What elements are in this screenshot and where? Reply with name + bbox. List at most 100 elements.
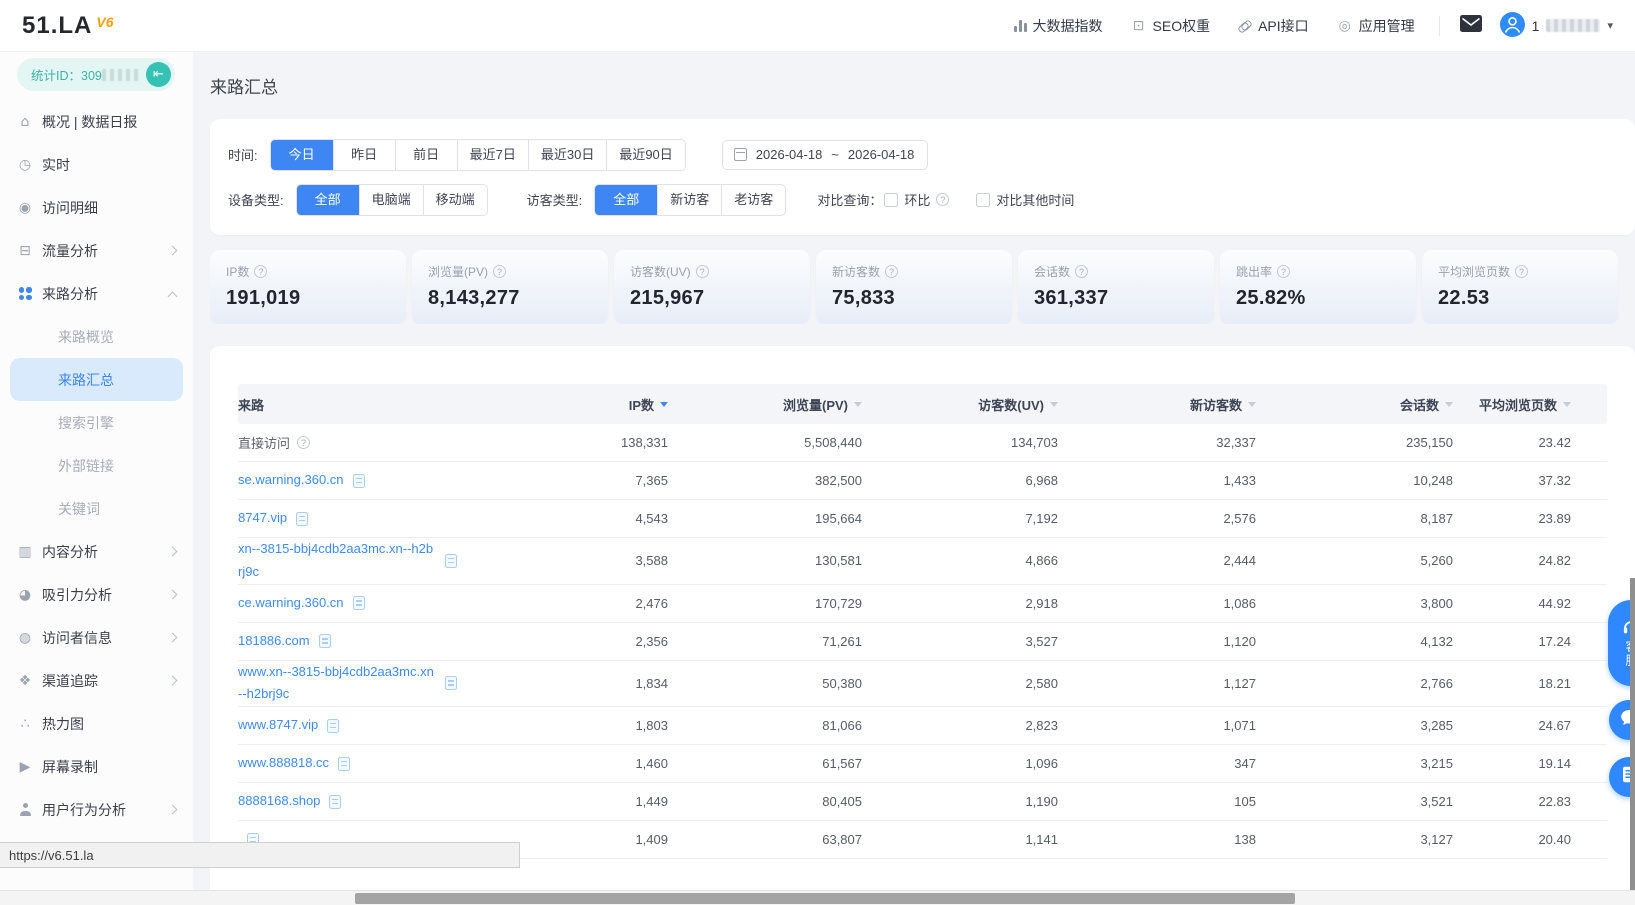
copy-doc-icon[interactable] [329, 795, 341, 809]
copy-doc-icon[interactable] [445, 676, 457, 690]
sidebar-item-referrer-overview[interactable]: 来路概览 [0, 315, 193, 358]
vertical-scrollbar-thumb[interactable] [1630, 578, 1635, 890]
source-cell: www.888818.cc [238, 752, 488, 775]
sort-arrow-icon [1563, 402, 1571, 407]
column-header-2[interactable]: 浏览量(PV) [668, 395, 862, 414]
sidebar-item-screen-recording[interactable]: ▶屏幕录制 [0, 745, 193, 788]
nav-api[interactable]: API接口 [1238, 16, 1309, 36]
value-cell: 4,543 [488, 511, 668, 526]
visitor-option-2[interactable]: 老访客 [721, 185, 785, 215]
nav-big-data-index[interactable]: 大数据指数 [1014, 16, 1103, 36]
help-icon[interactable]: ? [1515, 265, 1528, 278]
copy-doc-icon[interactable] [445, 554, 457, 568]
masked-username [1546, 19, 1600, 32]
column-header-4[interactable]: 新访客数 [1058, 395, 1256, 414]
nav-seo-weight[interactable]: ⊡SEO权重 [1131, 16, 1211, 36]
copy-doc-icon[interactable] [353, 596, 365, 610]
time-option-3[interactable]: 最近7日 [457, 140, 528, 170]
source-link[interactable]: 8888168.shop [238, 790, 320, 813]
source-link[interactable]: ce.warning.360.cn [238, 592, 344, 615]
sidebar: 统计ID：309 ⇤ ⌂概况 | 数据日报◷实时◉访问明细⊟流量分析来路分析来路… [0, 52, 193, 905]
compare-other-time-checkbox[interactable]: 对比其他时间 [976, 190, 1074, 209]
help-icon[interactable]: ? [1277, 265, 1290, 278]
sidebar-item-traffic-analysis[interactable]: ⊟流量分析 [0, 229, 193, 272]
column-header-6[interactable]: 平均浏览页数 [1453, 395, 1571, 414]
stat-value: 215,967 [630, 287, 794, 310]
help-icon[interactable]: ? [297, 436, 310, 449]
source-cell: ce.warning.360.cn [238, 592, 488, 615]
value-cell: 81,066 [668, 718, 862, 733]
inbox-button[interactable] [1460, 15, 1482, 37]
sidebar-item-content-analysis[interactable]: ▥内容分析 [0, 530, 193, 573]
visitor-type-label: 访客类型: [527, 190, 583, 209]
time-option-5[interactable]: 最近90日 [606, 140, 684, 170]
topbar-divider [1439, 16, 1440, 36]
sidebar-item-realtime[interactable]: ◷实时 [0, 143, 193, 186]
device-option-2[interactable]: 移动端 [423, 185, 487, 215]
app-logo[interactable]: 51.LA V6 [22, 12, 113, 40]
copy-doc-icon[interactable] [327, 719, 339, 733]
source-link[interactable]: 181886.com [238, 630, 310, 653]
value-cell: 1,127 [1058, 676, 1256, 691]
chevron-right-icon [168, 633, 178, 643]
column-header-1[interactable]: IP数 [488, 395, 668, 414]
horizontal-scrollbar-thumb[interactable] [355, 893, 1295, 904]
sidebar-item-heatmap[interactable]: ∴热力图 [0, 702, 193, 745]
visitor-option-1[interactable]: 新访客 [657, 185, 721, 215]
help-icon[interactable]: ? [254, 265, 267, 278]
sidebar-item-channel-tracking[interactable]: ❖渠道追踪 [0, 659, 193, 702]
copy-doc-icon[interactable] [353, 474, 365, 488]
time-option-0[interactable]: 今日 [271, 140, 333, 170]
value-cell: 1,433 [1058, 473, 1256, 488]
visitor-option-0[interactable]: 全部 [595, 185, 657, 215]
sidebar-item-referrer-analysis[interactable]: 来路分析 [0, 272, 193, 315]
user-menu[interactable]: 1 ▾ [1500, 12, 1613, 40]
source-link[interactable]: www.8747.vip [238, 714, 318, 737]
sidebar-item-referrer-summary[interactable]: 来路汇总 [10, 358, 183, 401]
help-icon[interactable]: ? [1075, 265, 1088, 278]
copy-doc-icon[interactable] [319, 634, 331, 648]
value-cell: 61,567 [668, 756, 862, 771]
value-cell: 3,285 [1256, 718, 1453, 733]
nav-app-manage[interactable]: ◎应用管理 [1337, 16, 1415, 36]
date-range-picker[interactable]: 2026-04-18 ~ 2026-04-18 [722, 140, 928, 170]
source-link[interactable]: se.warning.360.cn [238, 469, 344, 492]
stat-id-pill: 统计ID：309 ⇤ [17, 58, 175, 91]
sidebar-item-user-behavior[interactable]: 用户行为分析 [0, 788, 193, 831]
sidebar-item-visitor-info[interactable]: ◍访问者信息 [0, 616, 193, 659]
source-link[interactable]: www.888818.cc [238, 752, 329, 775]
column-header-5[interactable]: 会话数 [1256, 395, 1453, 414]
time-option-1[interactable]: 昨日 [333, 140, 395, 170]
sidebar-item-search-engine[interactable]: 搜索引擎 [0, 401, 193, 444]
copy-doc-icon[interactable] [338, 757, 350, 771]
sidebar-item-channel-tracking-label: 渠道追踪 [42, 671, 98, 691]
time-option-2[interactable]: 前日 [395, 140, 457, 170]
stat-label: 平均浏览页数 [1438, 263, 1510, 280]
time-option-4[interactable]: 最近30日 [528, 140, 606, 170]
column-header-label: 来路 [238, 395, 264, 414]
sidebar-item-external-links[interactable]: 外部链接 [0, 444, 193, 487]
value-cell: 18.21 [1453, 676, 1571, 691]
help-icon[interactable]: ? [493, 265, 506, 278]
source-link[interactable]: www.xn--3815-bbj4cdb2aa3mc.xn--h2brj9c [238, 661, 436, 707]
compare-ring-checkbox[interactable]: 环比 ? [884, 190, 949, 209]
device-option-1[interactable]: 电脑端 [359, 185, 423, 215]
sidebar-item-overview-daily[interactable]: ⌂概况 | 数据日报 [0, 100, 193, 143]
column-header-3[interactable]: 访客数(UV) [862, 395, 1058, 414]
help-icon[interactable]: ? [885, 265, 898, 278]
source-link[interactable]: xn--3815-bbj4cdb2aa3mc.xn--h2brj9c [238, 538, 436, 584]
help-icon[interactable]: ? [936, 193, 949, 206]
monitor-icon: ⊟ [17, 243, 33, 259]
help-icon[interactable]: ? [696, 265, 709, 278]
copy-doc-icon[interactable] [296, 512, 308, 526]
value-cell: 63,807 [668, 832, 862, 847]
sidebar-collapse-button[interactable]: ⇤ [146, 62, 171, 87]
source-link[interactable]: 8747.vip [238, 507, 287, 530]
sidebar-item-visit-details[interactable]: ◉访问明细 [0, 186, 193, 229]
heatmap-icon: ∴ [17, 716, 33, 732]
device-option-0[interactable]: 全部 [297, 185, 359, 215]
value-cell: 4,866 [862, 553, 1058, 568]
sidebar-item-attraction-analysis[interactable]: ◕吸引力分析 [0, 573, 193, 616]
compare-ring-label: 环比 [904, 190, 930, 209]
sidebar-item-keywords[interactable]: 关键词 [0, 487, 193, 530]
